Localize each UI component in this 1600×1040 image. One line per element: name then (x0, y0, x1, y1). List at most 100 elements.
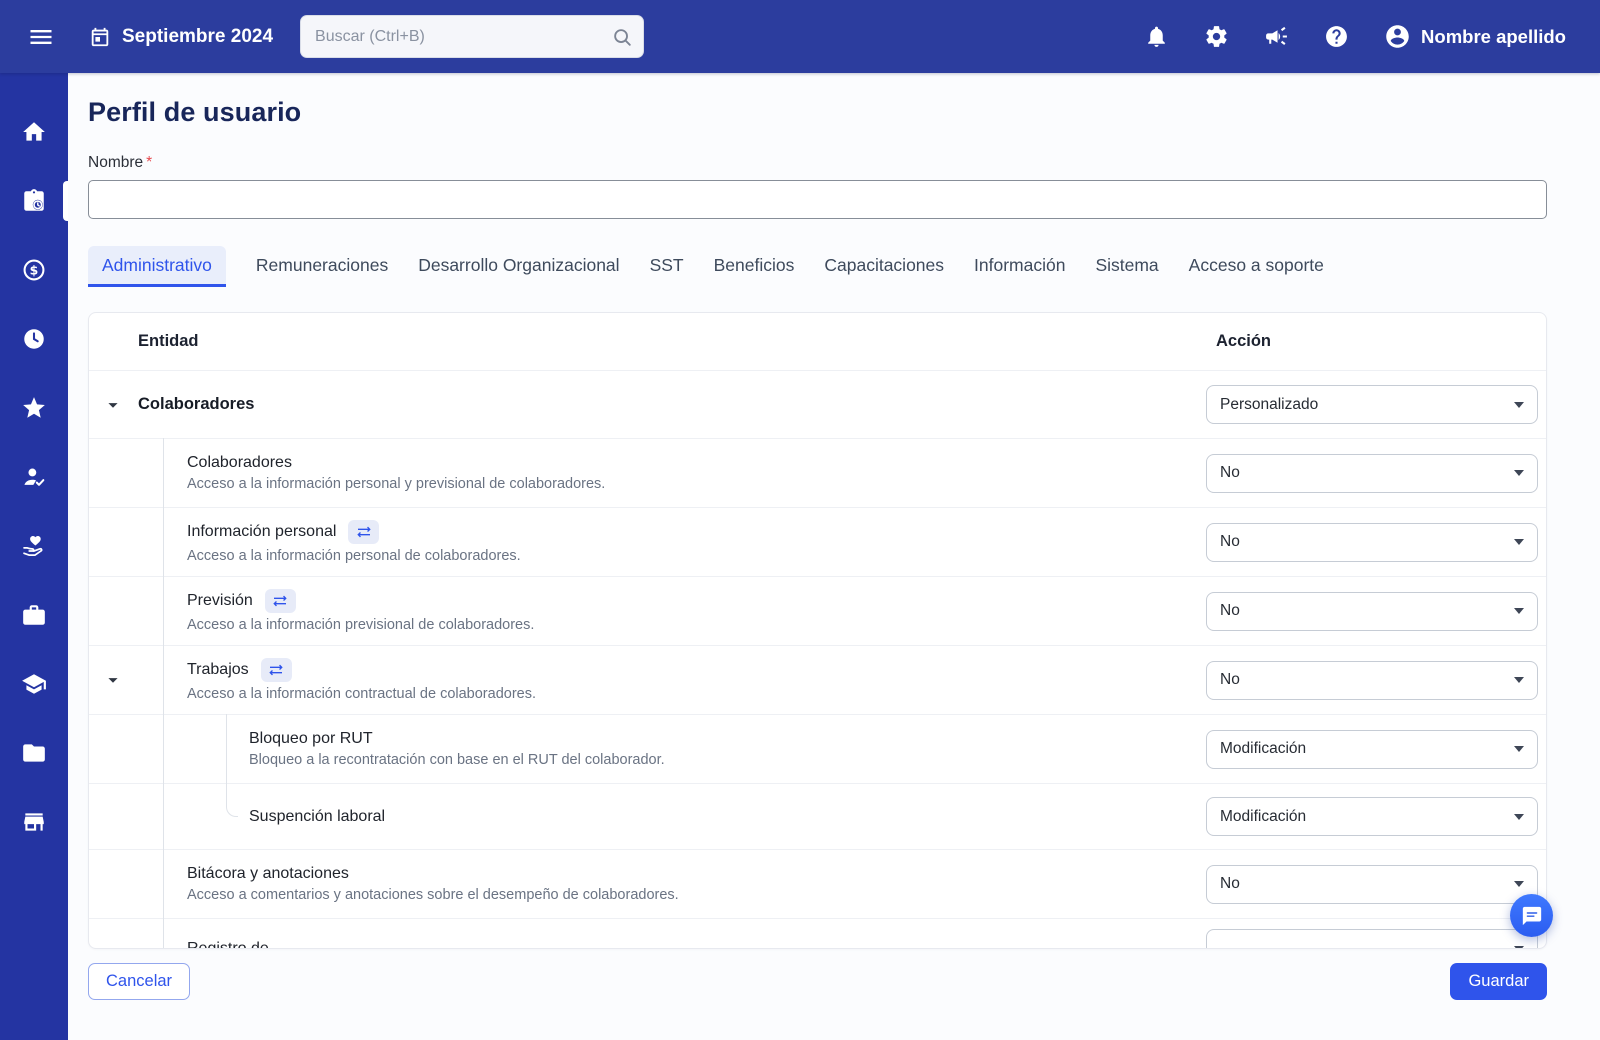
footer-actions: Cancelar Guardar (88, 963, 1547, 1000)
action-cell: Personalizado (1206, 371, 1546, 438)
action-cell: No (1206, 850, 1546, 918)
search-input[interactable] (300, 15, 644, 58)
action-select[interactable]: No (1206, 865, 1538, 904)
permissions-table: Entidad Acción Colaboradores Personalizad… (88, 312, 1547, 949)
chat-launcher-button[interactable] (1510, 894, 1553, 937)
permission-title: Colaboradores (187, 454, 292, 472)
row-expander-caret[interactable] (102, 394, 124, 416)
permission-row: ColaboradoresAcceso a la información per… (89, 438, 1546, 507)
sidebar-item-time[interactable] (0, 304, 68, 373)
permission-row: Registro de (89, 918, 1546, 949)
swap-arrows-button[interactable] (261, 658, 292, 682)
announcements-icon (1264, 24, 1289, 49)
search-box (300, 15, 644, 58)
row-expander-caret[interactable] (102, 669, 124, 691)
tab-desarrollo-organizacional[interactable]: Desarrollo Organizacional (418, 246, 619, 287)
swap-arrows-button[interactable] (265, 589, 296, 613)
announcements-button[interactable] (1264, 24, 1289, 49)
tab-informacion[interactable]: Información (974, 246, 1065, 287)
period-selector[interactable]: Septiembre 2024 (89, 26, 273, 48)
account-icon (1384, 23, 1411, 50)
tree-guide-line (163, 849, 164, 918)
action-select[interactable]: No (1206, 661, 1538, 700)
menu-icon (27, 23, 55, 51)
permission-title: Trabajos (187, 661, 249, 679)
tab-remuneraciones[interactable]: Remuneraciones (256, 246, 388, 287)
sidebar-item-documents[interactable] (0, 718, 68, 787)
tree-guide-line (163, 645, 164, 714)
action-select[interactable]: No (1206, 523, 1538, 562)
permission-row: Trabajos Acceso a la información contract… (89, 645, 1546, 714)
swap-arrows-icon (268, 662, 284, 678)
sidebar-item-tasks[interactable] (0, 166, 68, 235)
tab-administrativo[interactable]: Administrativo (88, 246, 226, 287)
search-icon (611, 26, 633, 48)
entity-cell: PrevisiónAcceso a la información previsi… (89, 577, 1206, 645)
chevron-down-icon (1514, 402, 1524, 408)
table-body: ColaboradoresPersonalizadoColaboradoresA… (89, 370, 1546, 949)
action-select[interactable]: No (1206, 454, 1538, 493)
people-icon (21, 464, 47, 490)
permission-title: Suspención laboral (249, 808, 385, 826)
column-header-entity: Entidad (89, 332, 1214, 351)
action-select[interactable] (1206, 929, 1538, 949)
permission-row: Bloqueo por RUTBloqueo a la recontrataci… (89, 714, 1546, 783)
tab-acceso-a-soporte[interactable]: Acceso a soporte (1189, 246, 1324, 287)
calendar-icon (89, 26, 111, 48)
tab-capacitaciones[interactable]: Capacitaciones (824, 246, 944, 287)
chevron-down-icon (1514, 946, 1524, 950)
tree-guide-line (163, 576, 164, 645)
save-button[interactable]: Guardar (1450, 963, 1547, 1000)
action-cell: Modificación (1206, 784, 1546, 849)
chat-icon (1521, 905, 1543, 927)
page-title: Perfil de usuario (88, 97, 1547, 128)
sidebar-item-briefcase[interactable] (0, 580, 68, 649)
tab-sistema[interactable]: Sistema (1095, 246, 1158, 287)
chevron-down-icon (1514, 470, 1524, 476)
topbar: Septiembre 2024 Nombre apellido (0, 0, 1600, 73)
name-input[interactable] (88, 180, 1547, 219)
tab-bar: Administrativo Remuneraciones Desarrollo O… (88, 246, 1547, 287)
action-cell: No (1206, 439, 1546, 507)
home-icon (21, 119, 47, 145)
action-select-value: Personalizado (1220, 396, 1318, 414)
table-header-row: Entidad Acción (89, 313, 1546, 370)
sidebar-item-store[interactable] (0, 787, 68, 856)
action-select[interactable]: No (1206, 592, 1538, 631)
entity-cell: Colaboradores (89, 371, 1206, 438)
entity-cell: Bloqueo por RUTBloqueo a la recontrataci… (89, 715, 1206, 783)
user-menu[interactable]: Nombre apellido (1384, 23, 1566, 50)
cancel-button[interactable]: Cancelar (88, 963, 190, 1000)
settings-button[interactable] (1204, 24, 1229, 49)
notifications-button[interactable] (1144, 24, 1169, 49)
menu-button[interactable] (27, 23, 55, 51)
name-field-label: Nombre* (88, 154, 1547, 172)
permission-description: Acceso a la información contractual de c… (187, 686, 1206, 702)
sidebar-item-benefits[interactable] (0, 511, 68, 580)
action-select[interactable]: Personalizado (1206, 385, 1538, 424)
sidebar-item-star[interactable] (0, 373, 68, 442)
action-select[interactable]: Modificación (1206, 730, 1538, 769)
tab-sst[interactable]: SST (650, 246, 684, 287)
tab-beneficios[interactable]: Beneficios (714, 246, 795, 287)
action-select-value: Modificación (1220, 808, 1306, 826)
help-button[interactable] (1324, 24, 1349, 49)
permission-row: Suspención laboral Modificación (89, 783, 1546, 849)
period-label: Septiembre 2024 (122, 26, 273, 48)
sidebar-item-education[interactable] (0, 649, 68, 718)
tree-guide-line (163, 714, 164, 783)
caret-down-icon (102, 669, 124, 691)
permission-title: Bitácora y anotaciones (187, 865, 349, 883)
sidebar-item-payroll[interactable]: $ (0, 235, 68, 304)
tree-guide-line (163, 438, 164, 507)
entity-cell: Registro de (89, 919, 1206, 949)
tree-guide-line (163, 918, 164, 949)
entity-cell: ColaboradoresAcceso a la información per… (89, 439, 1206, 507)
settings-icon (1204, 24, 1229, 49)
action-select[interactable]: Modificación (1206, 797, 1538, 836)
entity-cell: Suspención laboral (89, 784, 1206, 849)
permission-row: PrevisiónAcceso a la información previsi… (89, 576, 1546, 645)
sidebar-item-people[interactable] (0, 442, 68, 511)
sidebar-item-home[interactable] (0, 97, 68, 166)
swap-arrows-button[interactable] (348, 520, 379, 544)
